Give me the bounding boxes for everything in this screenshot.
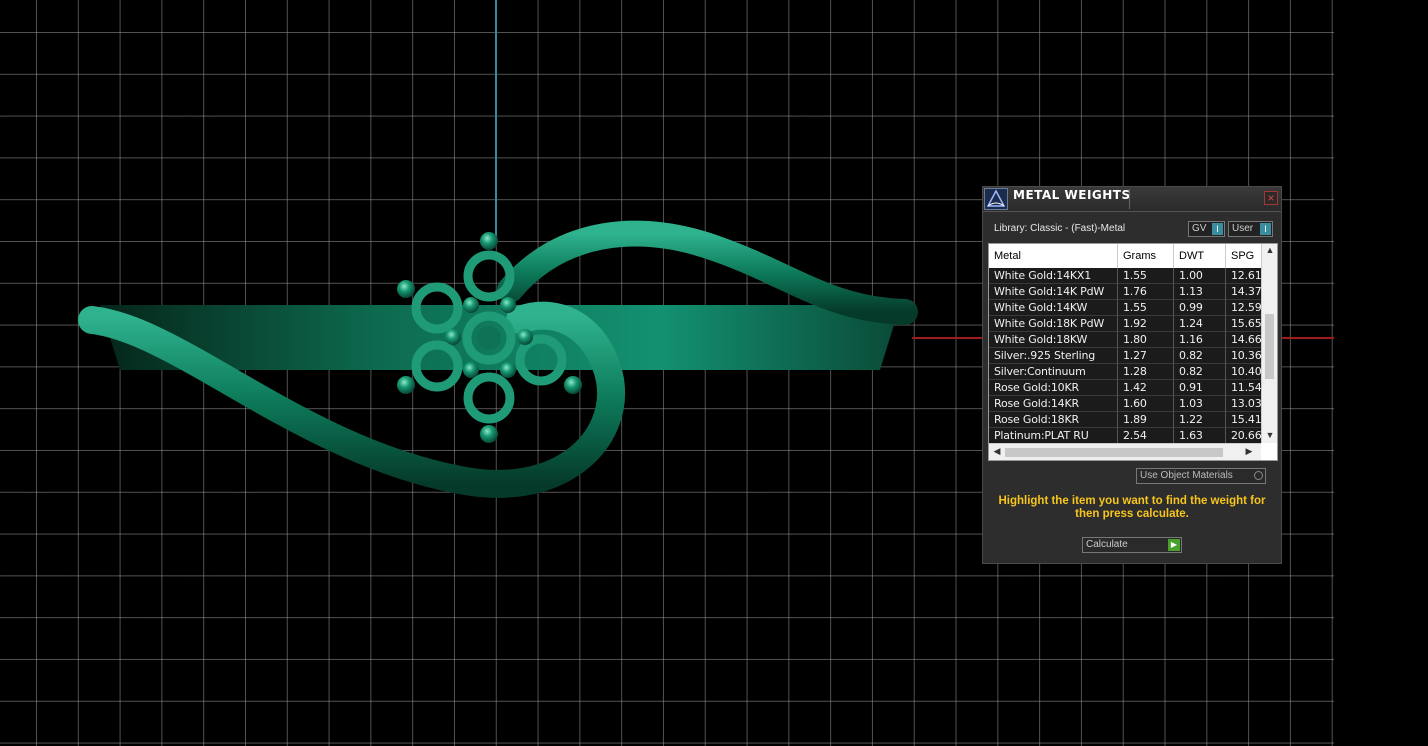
gv-toggle-label: GV: [1192, 223, 1207, 234]
gv-toggle-knob: I: [1212, 223, 1223, 235]
instructions-text: Highlight the item you want to find the …: [998, 495, 1266, 520]
cell-spg: 15.41: [1231, 413, 1261, 426]
cell-dwt: 0.91: [1174, 380, 1226, 396]
table-row[interactable]: Platinum:PLAT RU 2.54 1.63 20.66: [989, 428, 1261, 443]
use-object-materials-option[interactable]: Use Object Materials: [1136, 468, 1266, 484]
cell-spg: 14.37: [1231, 285, 1261, 298]
user-toggle-label: User: [1232, 223, 1254, 234]
cell-metal: White Gold:14KX1: [989, 268, 1118, 284]
cell-dwt: 1.03: [1174, 396, 1226, 412]
metal-weights-dialog: METAL WEIGHTS × Library: Classic - (Fast…: [982, 186, 1282, 564]
cell-spg: 15.65: [1231, 317, 1261, 330]
table-row[interactable]: Rose Gold:18KR 1.89 1.22 15.41: [989, 412, 1261, 428]
upper-swirl: [497, 220, 918, 325]
table-header: Metal Grams DWT SPG: [989, 244, 1261, 269]
cell-dwt: 1.00: [1174, 268, 1226, 284]
cell-dwt: 1.22: [1174, 412, 1226, 428]
cell-spg: 10.40: [1231, 365, 1261, 378]
cell-metal: Silver:Continuum: [989, 364, 1118, 380]
cell-spg: 10.36: [1231, 349, 1261, 362]
column-header-dwt[interactable]: DWT: [1174, 244, 1226, 268]
cell-grams: 1.28: [1118, 364, 1174, 380]
library-label: Library: Classic - (Fast)-Metal: [994, 223, 1126, 234]
table-row[interactable]: White Gold:18KW 1.80 1.16 14.66: [989, 332, 1261, 348]
table-row[interactable]: White Gold:18K PdW 1.92 1.24 15.65: [989, 316, 1261, 332]
cell-metal: Rose Gold:14KR: [989, 396, 1118, 412]
cell-dwt: 1.16: [1174, 332, 1226, 348]
table-row[interactable]: Silver:Continuum 1.28 0.82 10.40: [989, 364, 1261, 380]
cell-grams: 1.60: [1118, 396, 1174, 412]
user-toggle[interactable]: User I: [1228, 221, 1273, 237]
dialog-title: METAL WEIGHTS: [1013, 188, 1131, 202]
scroll-down-icon[interactable]: ▼: [1262, 430, 1277, 440]
cell-dwt: 0.82: [1174, 348, 1226, 364]
column-header-spg[interactable]: SPG: [1226, 244, 1261, 268]
scroll-right-icon[interactable]: ▶: [1241, 446, 1257, 457]
gv-toggle[interactable]: GV I: [1188, 221, 1225, 237]
cell-grams: 1.55: [1118, 268, 1174, 284]
table-row[interactable]: Rose Gold:10KR 1.42 0.91 11.54: [989, 380, 1261, 396]
column-header-grams[interactable]: Grams: [1118, 244, 1174, 268]
column-header-metal[interactable]: Metal: [989, 244, 1118, 268]
table-body: White Gold:14KX1 1.55 1.00 12.61 White Gold:…: [989, 268, 1261, 443]
cell-metal: White Gold:14K PdW: [989, 284, 1118, 300]
radio-icon[interactable]: [1254, 471, 1263, 480]
vertical-scrollbar[interactable]: ▲ ▼: [1261, 244, 1277, 443]
cell-dwt: 1.13: [1174, 284, 1226, 300]
app-logo-icon: [984, 188, 1008, 210]
cell-spg: 20.66: [1231, 429, 1261, 442]
cell-metal: Rose Gold:18KR: [989, 412, 1118, 428]
cell-spg: 14.66: [1231, 333, 1261, 346]
horizontal-scroll-thumb[interactable]: [1005, 448, 1223, 457]
vertical-scroll-thumb[interactable]: [1265, 314, 1274, 379]
cell-grams: 1.76: [1118, 284, 1174, 300]
calculate-label: Calculate: [1086, 539, 1128, 550]
cell-dwt: 1.24: [1174, 316, 1226, 332]
cell-metal: Platinum:PLAT RU: [989, 428, 1118, 443]
cell-dwt: 0.82: [1174, 364, 1226, 380]
close-button[interactable]: ×: [1264, 191, 1278, 205]
cell-grams: 1.92: [1118, 316, 1174, 332]
calculate-button[interactable]: Calculate ▶: [1082, 537, 1182, 553]
table-row[interactable]: White Gold:14KW 1.55 0.99 12.59: [989, 300, 1261, 316]
cell-spg: 11.54: [1231, 381, 1261, 394]
cell-grams: 2.54: [1118, 428, 1174, 443]
cell-grams: 1.42: [1118, 380, 1174, 396]
cell-metal: Rose Gold:10KR: [989, 380, 1118, 396]
cell-metal: White Gold:14KW: [989, 300, 1118, 316]
cell-dwt: 1.63: [1174, 428, 1226, 443]
cell-spg: 12.59: [1231, 301, 1261, 314]
cell-grams: 1.27: [1118, 348, 1174, 364]
cell-metal: Silver:.925 Sterling: [989, 348, 1118, 364]
horizontal-scrollbar[interactable]: ◀ ▶: [989, 443, 1261, 460]
metal-weights-table[interactable]: Metal Grams DWT SPG White Gold:14KX1 1.55…: [988, 243, 1278, 461]
table-row[interactable]: Rose Gold:14KR 1.60 1.03 13.03: [989, 396, 1261, 412]
play-icon: ▶: [1168, 539, 1180, 551]
dialog-titlebar[interactable]: METAL WEIGHTS ×: [983, 187, 1281, 212]
cell-metal: White Gold:18K PdW: [989, 316, 1118, 332]
cell-metal: White Gold:18KW: [989, 332, 1118, 348]
cell-spg: 13.03: [1231, 397, 1261, 410]
cell-dwt: 0.99: [1174, 300, 1226, 316]
scroll-left-icon[interactable]: ◀: [989, 446, 1005, 457]
table-row[interactable]: White Gold:14KX1 1.55 1.00 12.61: [989, 268, 1261, 284]
cell-grams: 1.80: [1118, 332, 1174, 348]
table-row[interactable]: White Gold:14K PdW 1.76 1.13 14.37: [989, 284, 1261, 300]
use-object-materials-label: Use Object Materials: [1140, 470, 1233, 481]
cell-grams: 1.89: [1118, 412, 1174, 428]
user-toggle-knob: I: [1260, 223, 1271, 235]
title-divider: [1129, 189, 1130, 209]
scroll-up-icon[interactable]: ▲: [1262, 245, 1277, 255]
cell-spg: 12.61: [1231, 269, 1261, 282]
table-row[interactable]: Silver:.925 Sterling 1.27 0.82 10.36: [989, 348, 1261, 364]
cell-grams: 1.55: [1118, 300, 1174, 316]
